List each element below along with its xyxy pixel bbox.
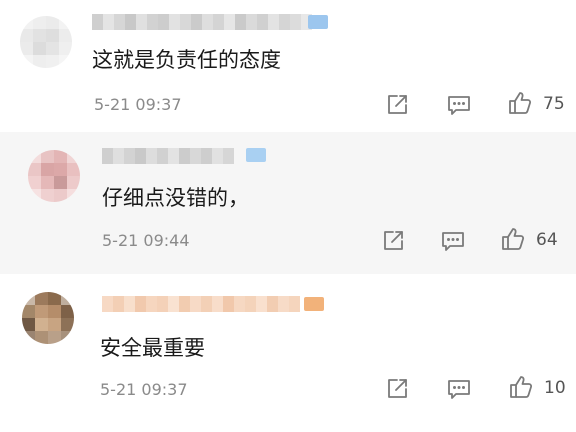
- comment-item: 安全最重要 5-21 09:37 10: [0, 274, 576, 432]
- avatar[interactable]: [20, 16, 72, 68]
- comment-timestamp: 5-21 09:37: [94, 95, 182, 114]
- share-icon[interactable]: [384, 376, 410, 402]
- thumbs-up-icon[interactable]: [500, 226, 526, 252]
- username-obscured[interactable]: [102, 148, 234, 164]
- comment-item: 仔细点没错的， 5-21 09:44 64: [0, 132, 576, 274]
- avatar[interactable]: [22, 292, 74, 344]
- user-badge: [246, 148, 266, 162]
- share-icon[interactable]: [384, 92, 410, 118]
- comment-timestamp: 5-21 09:44: [102, 231, 190, 250]
- like-count: 10: [544, 378, 566, 398]
- comment-item: 这就是负责任的态度 5-21 09:37 75: [0, 0, 576, 132]
- user-badge: [308, 15, 328, 29]
- comment-text: 安全最重要: [100, 336, 205, 360]
- like-count: 64: [536, 230, 558, 250]
- comment-timestamp: 5-21 09:37: [100, 380, 188, 399]
- like-count: 75: [543, 94, 565, 114]
- comment-icon[interactable]: [446, 92, 472, 118]
- avatar[interactable]: [28, 150, 80, 202]
- comment-text: 仔细点没错的，: [102, 186, 249, 210]
- comment-icon[interactable]: [440, 228, 466, 254]
- thumbs-up-icon[interactable]: [507, 90, 533, 116]
- username-obscured[interactable]: [102, 296, 300, 312]
- user-badge: [304, 297, 324, 311]
- username-obscured[interactable]: [92, 14, 312, 30]
- thumbs-up-icon[interactable]: [508, 374, 534, 400]
- comment-text: 这就是负责任的态度: [92, 48, 281, 72]
- comment-icon[interactable]: [446, 376, 472, 402]
- share-icon[interactable]: [380, 228, 406, 254]
